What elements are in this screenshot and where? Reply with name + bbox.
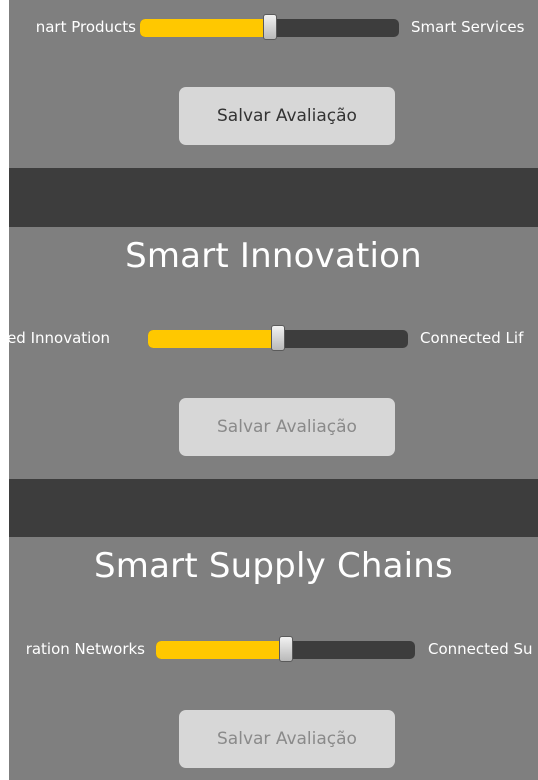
save-evaluation-button[interactable]: Salvar Avaliação	[179, 710, 395, 768]
right-label: Smart Services	[411, 18, 525, 36]
slider-fill	[156, 641, 286, 659]
section-divider	[9, 479, 538, 537]
smart-innovation-section: Smart Innovation ided Innovation Connect…	[9, 227, 538, 479]
section-title: Smart Innovation	[125, 236, 422, 276]
left-label: nart Products	[35, 18, 136, 36]
slider-thumb[interactable]	[271, 325, 285, 351]
save-evaluation-button[interactable]: Salvar Avaliação	[179, 87, 395, 145]
smart-products-slider[interactable]	[140, 14, 399, 42]
right-label: Connected Lif	[420, 329, 524, 347]
save-evaluation-button[interactable]: Salvar Avaliação	[179, 398, 395, 456]
right-label: Connected Su	[428, 640, 533, 658]
smart-supply-chains-section: Smart Supply Chains ration Networks Conn…	[9, 537, 538, 780]
slider-thumb[interactable]	[262, 14, 277, 40]
section-title: Smart Supply Chains	[94, 546, 453, 586]
smart-products-section: nart Products Smart Services Salvar Aval…	[9, 0, 538, 168]
smart-innovation-slider[interactable]	[148, 325, 408, 353]
left-label: ided Innovation	[9, 329, 110, 347]
assessment-page: nart Products Smart Services Salvar Aval…	[0, 0, 538, 780]
left-label: ration Networks	[25, 640, 145, 658]
slider-fill	[148, 330, 278, 348]
section-divider	[9, 168, 538, 227]
slider-thumb[interactable]	[278, 636, 293, 662]
slider-fill	[140, 19, 270, 37]
smart-supply-chains-slider[interactable]	[156, 636, 415, 664]
